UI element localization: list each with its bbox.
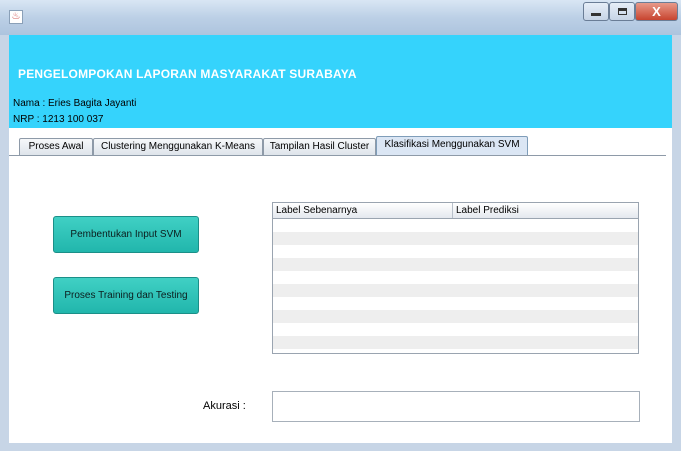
table-row (273, 284, 638, 297)
student-nrp: NRP : 1213 100 037 (13, 114, 104, 125)
training-testing-button[interactable]: Proses Training dan Testing (53, 277, 199, 314)
table-row (273, 219, 638, 232)
table-row (273, 297, 638, 310)
table-row (273, 271, 638, 284)
accuracy-field[interactable] (272, 391, 640, 422)
table-row (273, 349, 638, 353)
tab-clustering[interactable]: Clustering Menggunakan K-Means (93, 138, 263, 156)
app-title: PENGELOMPOKAN LAPORAN MASYARAKAT SURABAY… (18, 67, 357, 81)
header-panel: PENGELOMPOKAN LAPORAN MASYARAKAT SURABAY… (9, 35, 672, 128)
table-row (273, 258, 638, 271)
table-row (273, 245, 638, 258)
minimize-button[interactable] (583, 2, 609, 21)
java-icon: ♨ (9, 10, 23, 24)
column-header-predicted[interactable]: Label Prediksi (453, 203, 638, 218)
column-header-actual[interactable]: Label Sebenarnya (273, 203, 453, 218)
maximize-icon (617, 8, 627, 15)
tab-proses-awal[interactable]: Proses Awal (19, 138, 93, 156)
maximize-button[interactable] (609, 2, 635, 21)
close-icon: X (652, 4, 661, 19)
tab-strip: Proses Awal Clustering Menggunakan K-Mea… (9, 128, 672, 156)
title-bar[interactable]: ♨ X (0, 0, 681, 35)
table-row (273, 323, 638, 336)
tab-klasifikasi-svm[interactable]: Klasifikasi Menggunakan SVM (376, 136, 528, 156)
table-row (273, 232, 638, 245)
svm-input-button[interactable]: Pembentukan Input SVM (53, 216, 199, 253)
tab-hasil-cluster[interactable]: Tampilan Hasil Cluster (263, 138, 376, 156)
table-header: Label Sebenarnya Label Prediksi (273, 203, 638, 219)
minimize-icon (591, 13, 601, 16)
table-body (273, 219, 638, 353)
table-row (273, 310, 638, 323)
results-table[interactable]: Label Sebenarnya Label Prediksi (272, 202, 639, 354)
accuracy-label: Akurasi : (203, 400, 246, 412)
close-button[interactable]: X (635, 2, 678, 21)
student-name: Nama : Eries Bagita Jayanti (13, 98, 137, 109)
table-row (273, 336, 638, 349)
